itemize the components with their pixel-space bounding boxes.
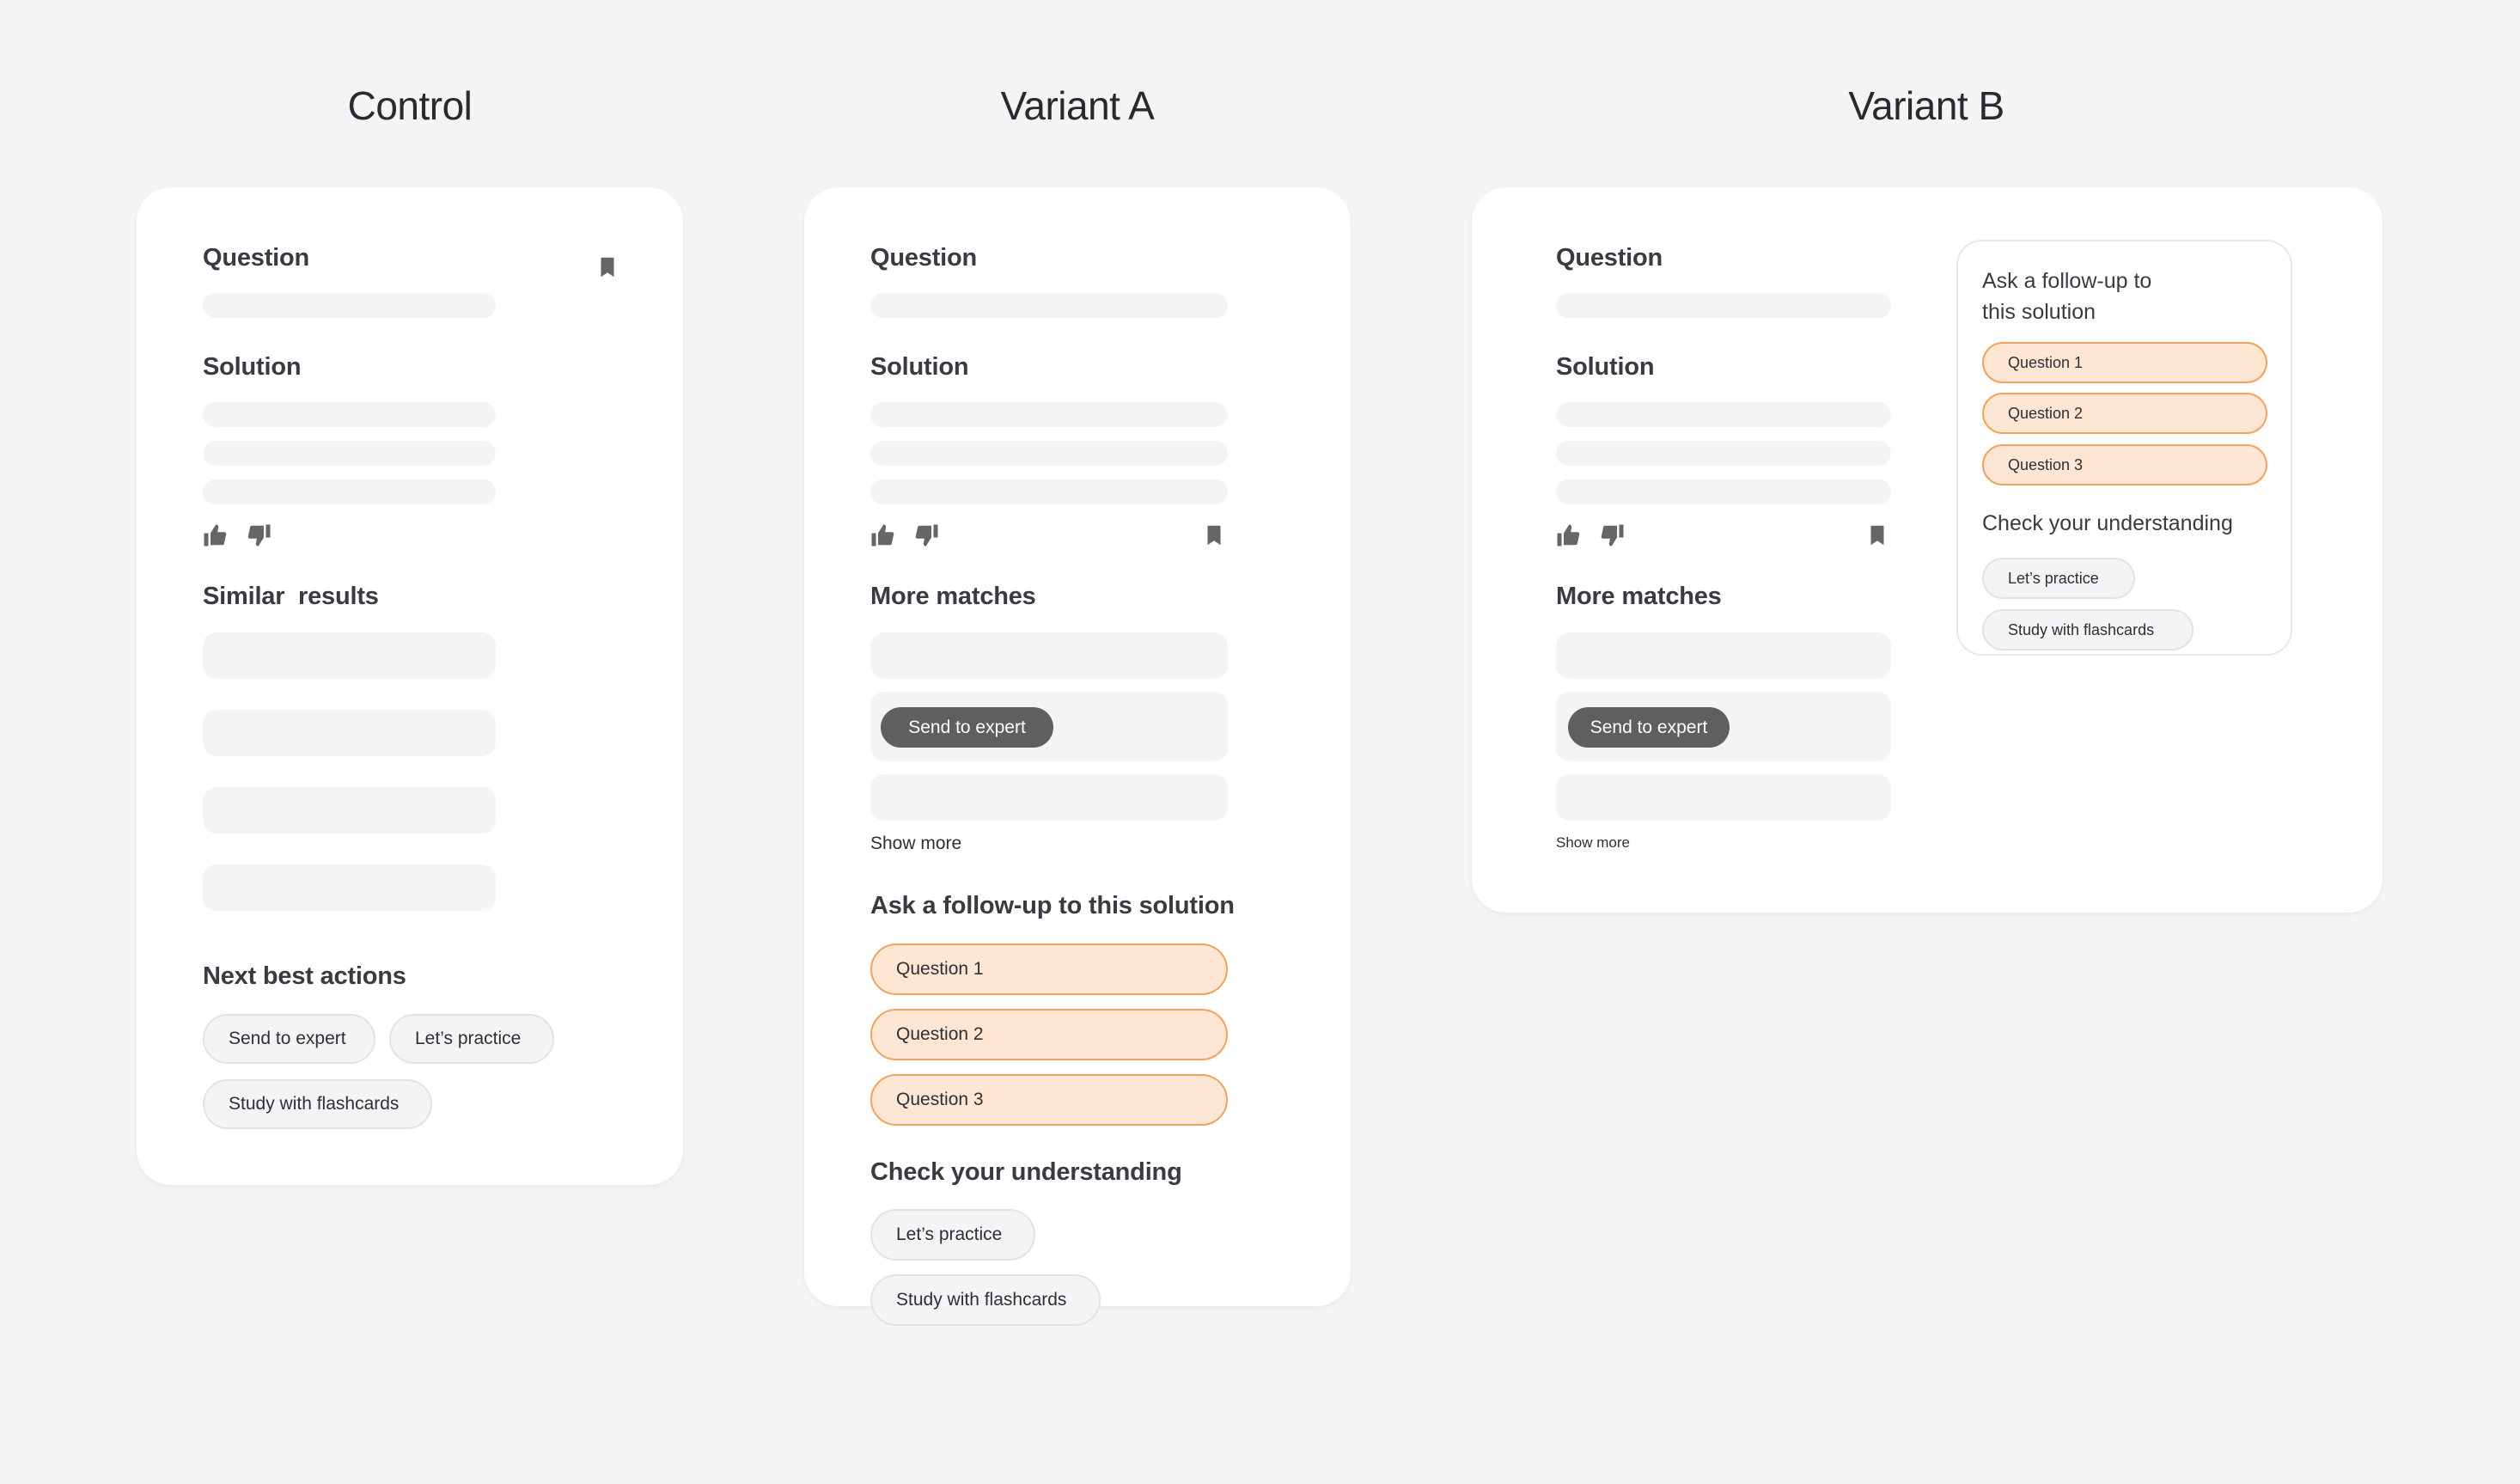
- lets-practice-button[interactable]: Let’s practice: [389, 1014, 554, 1064]
- solution-heading: Solution: [870, 353, 969, 381]
- match-item[interactable]: [1556, 632, 1891, 679]
- question-heading: Question: [203, 244, 310, 272]
- control-card: Question Solution Similar results Next b…: [137, 187, 683, 1185]
- bookmark-icon[interactable]: [595, 254, 620, 280]
- followup-question-3[interactable]: Question 3: [1982, 444, 2267, 486]
- next-best-actions-heading: Next best actions: [203, 962, 406, 990]
- thumbs-up-icon[interactable]: [1555, 522, 1581, 548]
- send-to-expert-button[interactable]: Send to expert: [881, 707, 1053, 748]
- study-flashcards-button[interactable]: Study with flashcards: [870, 1274, 1101, 1326]
- followup-panel: Ask a follow-up to this solution Questio…: [1956, 240, 2292, 656]
- lets-practice-button[interactable]: Let’s practice: [1982, 558, 2135, 599]
- bookmark-icon[interactable]: [1201, 522, 1227, 548]
- followup-question-3[interactable]: Question 3: [870, 1074, 1228, 1126]
- study-flashcards-button[interactable]: Study with flashcards: [1982, 609, 2194, 650]
- followup-heading-line-1: Ask a follow-up to: [1982, 269, 2152, 293]
- check-understanding-heading: Check your understanding: [1982, 511, 2233, 535]
- followup-question-2[interactable]: Question 2: [1982, 393, 2267, 434]
- more-matches-heading: More matches: [870, 583, 1036, 610]
- solution-heading: Solution: [1556, 353, 1655, 381]
- match-item[interactable]: [870, 774, 1228, 821]
- question-placeholder: [870, 293, 1228, 318]
- solution-placeholder-line: [203, 479, 496, 504]
- similar-result-item[interactable]: [203, 710, 496, 756]
- thumbs-down-icon[interactable]: [914, 522, 940, 548]
- solution-placeholder-line: [1556, 441, 1891, 466]
- match-item[interactable]: [870, 632, 1228, 679]
- match-item[interactable]: [1556, 774, 1891, 821]
- question-heading: Question: [870, 244, 978, 272]
- similar-result-item[interactable]: [203, 632, 496, 679]
- check-understanding-heading: Check your understanding: [870, 1158, 1182, 1186]
- match-item[interactable]: Send to expert: [870, 692, 1228, 761]
- solution-placeholder-line: [1556, 479, 1891, 504]
- solution-placeholder-line: [870, 402, 1228, 427]
- similar-results-heading: Similar results: [203, 583, 379, 610]
- show-more-link[interactable]: Show more: [870, 834, 961, 854]
- similar-result-item[interactable]: [203, 864, 496, 911]
- solution-placeholder-line: [203, 402, 496, 427]
- study-flashcards-button[interactable]: Study with flashcards: [203, 1079, 432, 1129]
- send-to-expert-button[interactable]: Send to expert: [203, 1014, 375, 1064]
- more-matches-heading: More matches: [1556, 583, 1722, 610]
- solution-placeholder-line: [1556, 402, 1891, 427]
- show-more-link[interactable]: Show more: [1556, 834, 1630, 852]
- followup-heading: Ask a follow-up to this solution: [870, 892, 1235, 919]
- followup-question-1[interactable]: Question 1: [870, 944, 1228, 995]
- thumbs-down-icon[interactable]: [247, 522, 272, 548]
- variant-b-title: Variant B: [1848, 83, 2004, 128]
- question-placeholder: [1556, 293, 1891, 318]
- question-placeholder: [203, 293, 496, 318]
- thumbs-up-icon[interactable]: [869, 522, 895, 548]
- bookmark-icon[interactable]: [1864, 522, 1890, 548]
- followup-question-2[interactable]: Question 2: [870, 1009, 1228, 1060]
- solution-placeholder-line: [870, 441, 1228, 466]
- followup-heading: Ask a follow-up to this solution: [1982, 266, 2151, 327]
- solution-placeholder-line: [203, 441, 496, 466]
- solution-heading: Solution: [203, 353, 302, 381]
- followup-question-1[interactable]: Question 1: [1982, 342, 2267, 383]
- question-heading: Question: [1556, 244, 1663, 272]
- thumbs-down-icon[interactable]: [1600, 522, 1626, 548]
- solution-placeholder-line: [870, 479, 1228, 504]
- followup-heading-line-2: this solution: [1982, 300, 2096, 324]
- control-title: Control: [347, 83, 473, 128]
- variant-b-card: Question Solution More matches Send to e…: [1472, 187, 2383, 913]
- match-item[interactable]: Send to expert: [1556, 692, 1891, 761]
- variant-a-card: Question Solution More matches Send to e…: [804, 187, 1351, 1326]
- similar-result-item[interactable]: [203, 787, 496, 834]
- thumbs-up-icon[interactable]: [202, 522, 228, 548]
- lets-practice-button[interactable]: Let’s practice: [870, 1209, 1035, 1261]
- send-to-expert-button[interactable]: Send to expert: [1568, 707, 1730, 748]
- variant-a-title: Variant A: [1000, 83, 1155, 128]
